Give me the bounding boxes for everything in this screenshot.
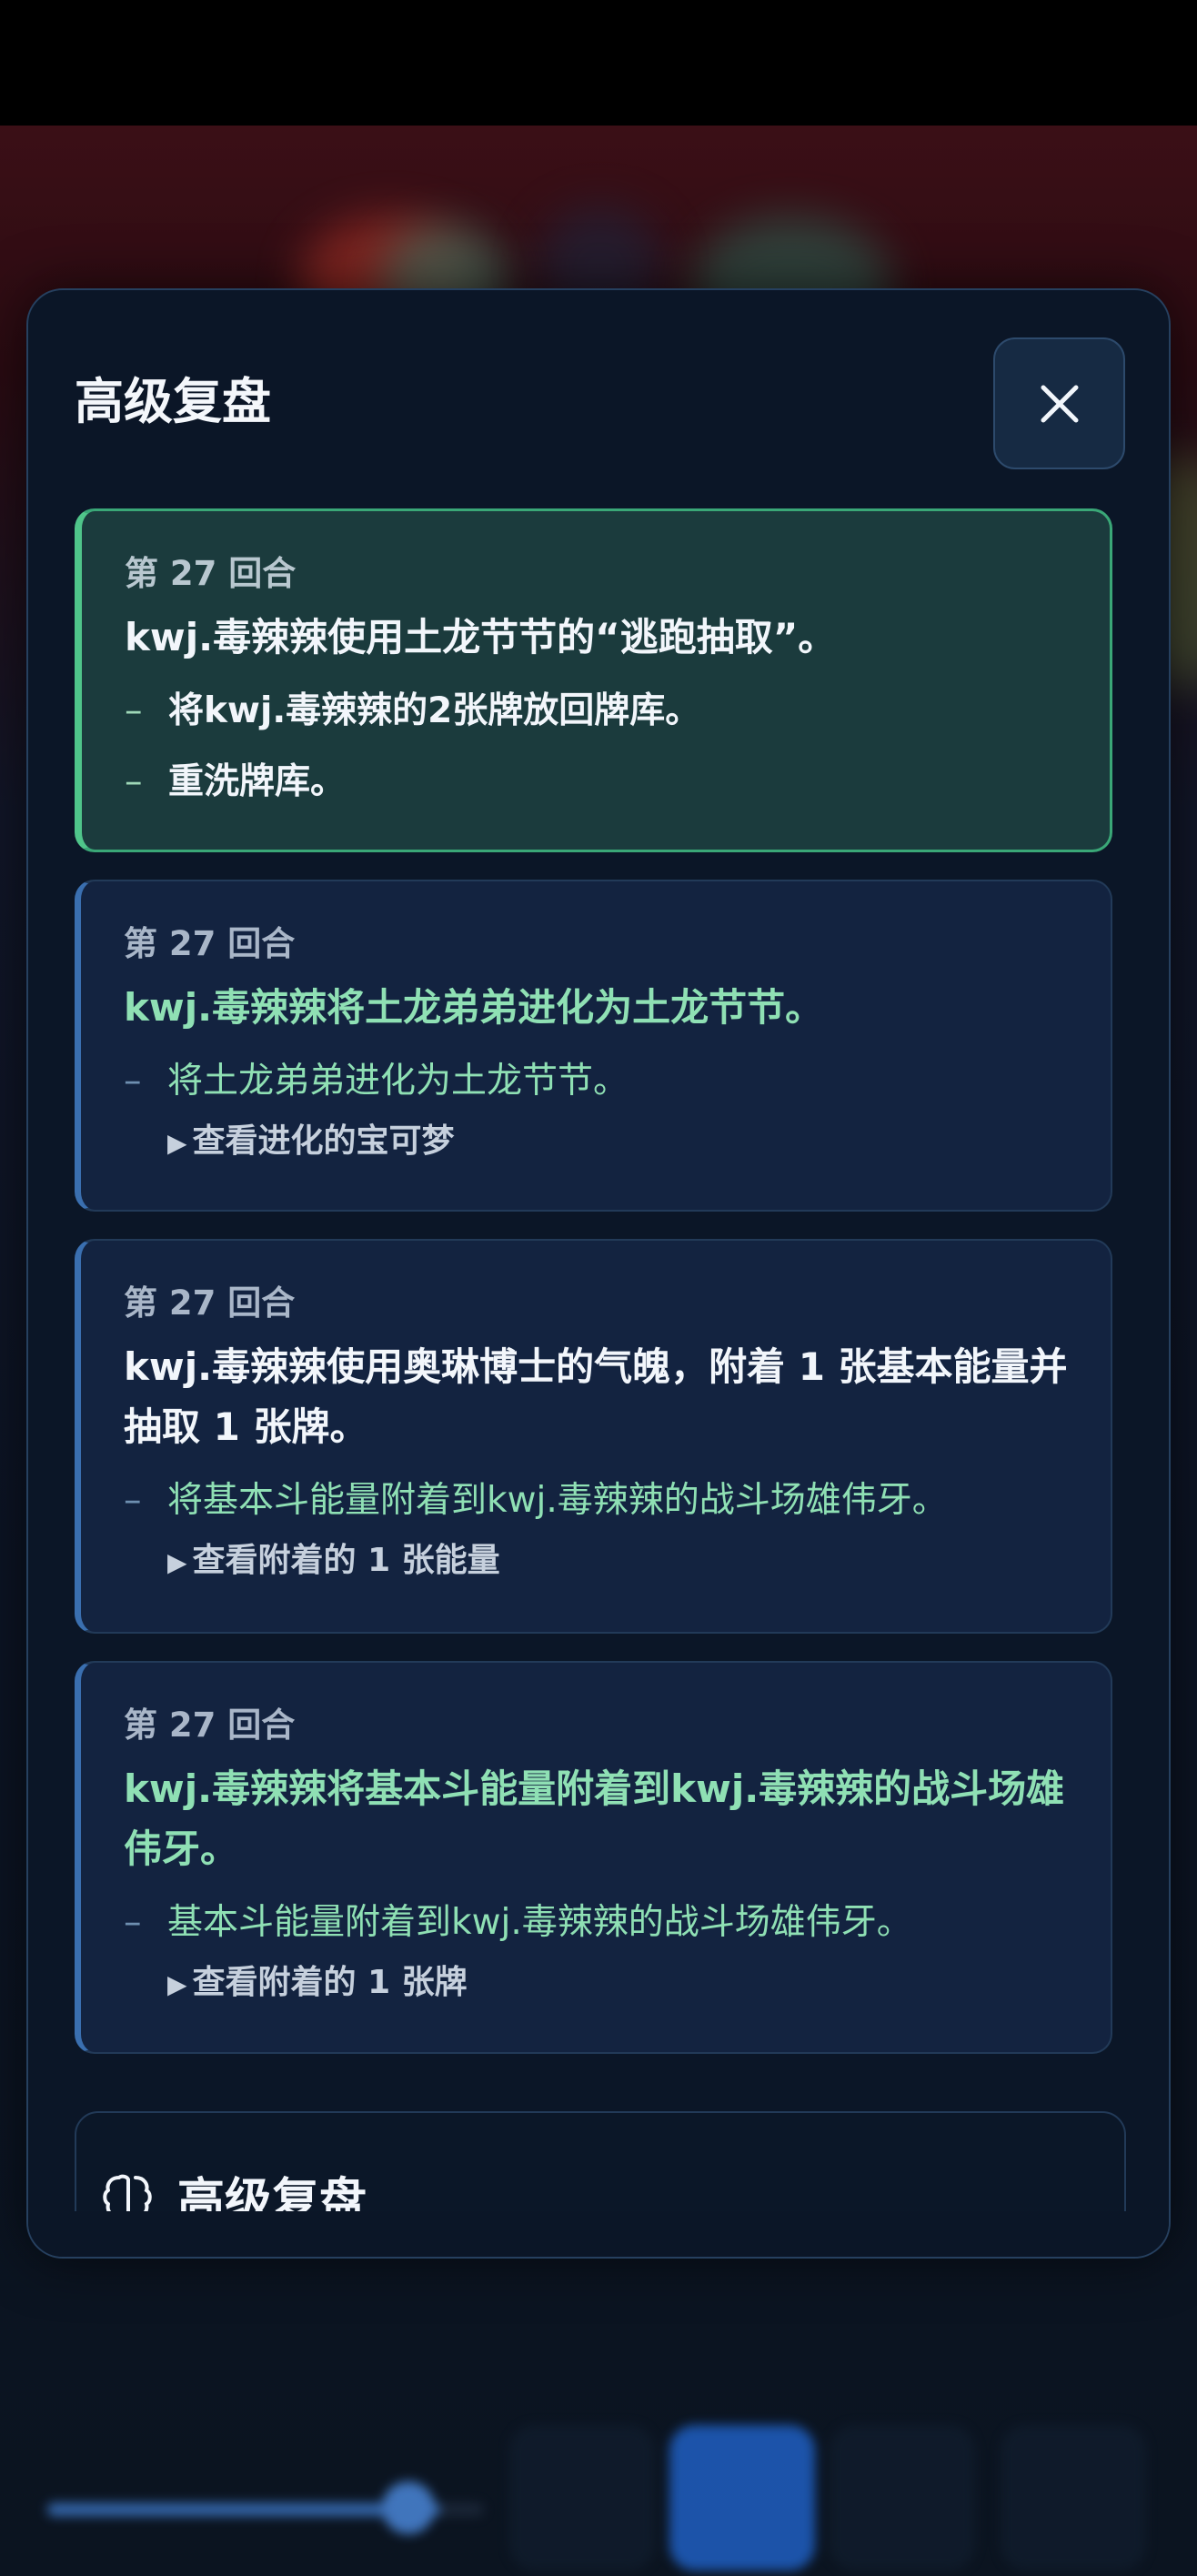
turn-label: 第 27 回合	[124, 924, 296, 963]
play-button	[669, 2425, 815, 2571]
detail-line: – 将基本斗能量附着到kwj.毒辣辣的战斗场雄伟牙。	[124, 1474, 1074, 1528]
replay-progress-knob	[382, 2481, 435, 2534]
advanced-replay-modal: 高级复盘 第 27 回合 kwj.毒辣辣使用土龙节节的“逃跑抽取”。 – 将kw…	[26, 288, 1171, 2259]
log-entry-highlighted[interactable]: 第 27 回合 kwj.毒辣辣使用土龙节节的“逃跑抽取”。 – 将kwj.毒辣辣…	[75, 508, 1112, 852]
entry-title: kwj.毒辣辣使用奥琳博士的气魄，附着 1 张基本能量并抽取 1 张牌。	[124, 1344, 1068, 1449]
detail-line: – 基本斗能量附着到kwj.毒辣辣的战斗场雄伟牙。	[124, 1896, 1074, 1950]
expand-triangle-icon: ▶	[167, 1547, 187, 1577]
toggle-label: 查看进化的宝可梦	[192, 1122, 455, 1160]
replay-menu-button	[1001, 2425, 1146, 2571]
log-entry[interactable]: 第 27 回合 kwj.毒辣辣将土龙弟弟进化为土龙节节。 – 将土龙弟弟进化为土…	[75, 880, 1112, 1212]
modal-title: 高级复盘	[75, 373, 271, 430]
view-evolved-pokemon-toggle[interactable]: ▶ 查看进化的宝可梦	[167, 1116, 1074, 1169]
next-button	[830, 2425, 975, 2571]
detail-line: – 将土龙弟弟进化为土龙节节。	[124, 1054, 1074, 1109]
modal-bottom-clip	[28, 2211, 1169, 2257]
dash-bullet: –	[124, 1061, 142, 1102]
detail-text: 将基本斗能量附着到kwj.毒辣辣的战斗场雄伟牙。	[167, 1480, 948, 1521]
detail-line: – 将kwj.毒辣辣的2张牌放回牌库。	[125, 684, 1073, 739]
status-bar	[0, 0, 1197, 126]
log-entry[interactable]: 第 27 回合 kwj.毒辣辣将基本斗能量附着到kwj.毒辣辣的战斗场雄伟牙。 …	[75, 1661, 1112, 2054]
previous-button	[509, 2425, 655, 2571]
log-entry[interactable]: 第 27 回合 kwj.毒辣辣使用奥琳博士的气魄，附着 1 张基本能量并抽取 1…	[75, 1239, 1112, 1634]
detail-line: – 重洗牌库。	[125, 755, 1073, 810]
toggle-label: 查看附着的 1 张能量	[192, 1542, 500, 1579]
close-button[interactable]	[993, 337, 1125, 469]
expand-triangle-icon: ▶	[167, 1128, 187, 1158]
detail-text: 重洗牌库。	[168, 761, 347, 802]
toggle-label: 查看附着的 1 张牌	[192, 1964, 468, 2001]
view-attached-cards-toggle[interactable]: ▶ 查看附着的 1 张牌	[167, 1957, 1074, 2010]
entry-title: kwj.毒辣辣将土龙弟弟进化为土龙节节。	[124, 985, 824, 1030]
entry-title: kwj.毒辣辣将基本斗能量附着到kwj.毒辣辣的战斗场雄伟牙。	[124, 1766, 1065, 1871]
turn-label: 第 27 回合	[124, 1283, 296, 1323]
entry-title: kwj.毒辣辣使用土龙节节的“逃跑抽取”。	[125, 615, 837, 659]
dash-bullet: –	[124, 1480, 142, 1521]
detail-text: 将土龙弟弟进化为土龙节节。	[167, 1061, 629, 1102]
close-icon	[1041, 385, 1078, 422]
expand-triangle-icon: ▶	[167, 1969, 187, 1999]
turn-label: 第 27 回合	[124, 1706, 296, 1745]
turn-label: 第 27 回合	[125, 554, 297, 593]
detail-text: 将kwj.毒辣辣的2张牌放回牌库。	[168, 690, 701, 731]
dash-bullet: –	[124, 1902, 142, 1943]
replay-controls-blurred	[0, 2383, 1197, 2576]
dash-bullet: –	[125, 690, 143, 731]
dash-bullet: –	[125, 761, 143, 802]
view-attached-energy-toggle[interactable]: ▶ 查看附着的 1 张能量	[167, 1535, 1074, 1588]
detail-text: 基本斗能量附着到kwj.毒辣辣的战斗场雄伟牙。	[167, 1902, 912, 1943]
